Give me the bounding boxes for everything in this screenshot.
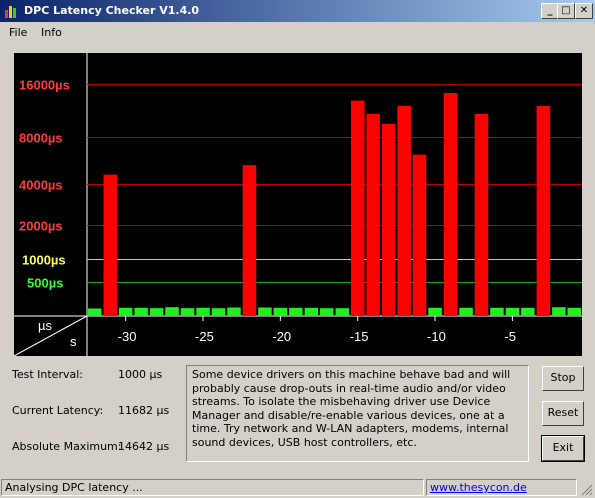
bar — [304, 307, 319, 316]
stop-button[interactable]: Stop — [542, 366, 584, 391]
bar — [567, 307, 581, 316]
x-tick-label: -20 — [272, 329, 291, 344]
x-tick-label: -25 — [195, 329, 214, 344]
bar — [103, 174, 117, 316]
bar — [459, 307, 473, 316]
info-message: Some device drivers on this machine beha… — [186, 365, 529, 462]
bar — [196, 307, 210, 316]
bar — [381, 123, 396, 317]
bar — [366, 113, 380, 316]
bar — [273, 307, 288, 316]
bar — [149, 308, 164, 316]
title-bar[interactable]: DPC Latency Checker V1.4.0 _ □ ✕ — [0, 0, 595, 22]
bar — [258, 307, 272, 316]
app-icon — [5, 6, 16, 18]
absolute-maximum-value: 14642 µs — [118, 440, 170, 453]
test-interval-value: 1000 µs — [118, 368, 163, 381]
latency-chart: 16000µs 8000µs 4000µs 2000µs 1000µs 500µs -30 -… — [13, 53, 582, 357]
y-tick-label: 8000µs — [19, 131, 63, 146]
bar — [134, 307, 148, 316]
window-title: DPC Latency Checker V1.4.0 — [24, 4, 200, 17]
bar — [227, 307, 241, 316]
bar — [320, 308, 334, 316]
bar — [552, 307, 566, 316]
x-tick-label: -10 — [427, 329, 446, 344]
bar — [289, 307, 303, 316]
bar — [351, 100, 365, 316]
maximize-button[interactable]: □ — [557, 3, 575, 19]
status-bar: Analysing DPC latency ... www.thesycon.d… — [0, 477, 595, 498]
bar — [180, 308, 195, 316]
bar — [443, 93, 458, 316]
bar — [211, 308, 226, 316]
bar — [505, 307, 520, 316]
y-tick-label: 1000µs — [22, 253, 66, 268]
bar — [536, 105, 551, 317]
bar — [335, 308, 349, 316]
status-message: Analysing DPC latency ... — [1, 479, 424, 496]
bar — [521, 307, 535, 316]
x-tick-label: -15 — [350, 329, 369, 344]
current-latency-label: Current Latency: — [12, 404, 104, 417]
website-link[interactable]: www.thesycon.de — [430, 481, 527, 494]
y-tick-label: 4000µs — [19, 178, 63, 193]
close-button[interactable]: ✕ — [575, 3, 593, 19]
latency-chart-svg: 16000µs 8000µs 4000µs 2000µs 1000µs 500µs -30 -… — [13, 53, 582, 357]
current-latency-value: 11682 µs — [118, 404, 170, 417]
reset-button[interactable]: Reset — [542, 401, 584, 426]
status-link-pane: www.thesycon.de — [426, 479, 577, 496]
y-tick-label: 16000µs — [19, 78, 70, 93]
x-tick-label: -5 — [504, 329, 516, 344]
menu-file[interactable]: File — [9, 26, 27, 39]
bar — [165, 307, 179, 316]
bar — [118, 307, 133, 316]
exit-button[interactable]: Exit — [541, 435, 585, 462]
bar — [88, 308, 102, 316]
bar — [412, 154, 427, 316]
bar — [428, 307, 442, 316]
menu-bar: File Info — [0, 22, 595, 42]
y-tick-label: 2000µs — [19, 219, 63, 234]
x-tick-label: -30 — [118, 329, 137, 344]
absolute-maximum-label: Absolute Maximum: — [12, 440, 122, 453]
bar — [397, 105, 411, 317]
bar — [490, 307, 504, 316]
y-unit-label: µs — [38, 318, 52, 333]
resize-grip-icon[interactable] — [580, 483, 593, 496]
menu-info[interactable]: Info — [41, 26, 62, 39]
bar — [242, 165, 257, 316]
test-interval-label: Test Interval: — [12, 368, 83, 381]
bar — [474, 113, 489, 316]
y-tick-label: 500µs — [27, 276, 63, 291]
x-unit-label: s — [70, 334, 77, 349]
